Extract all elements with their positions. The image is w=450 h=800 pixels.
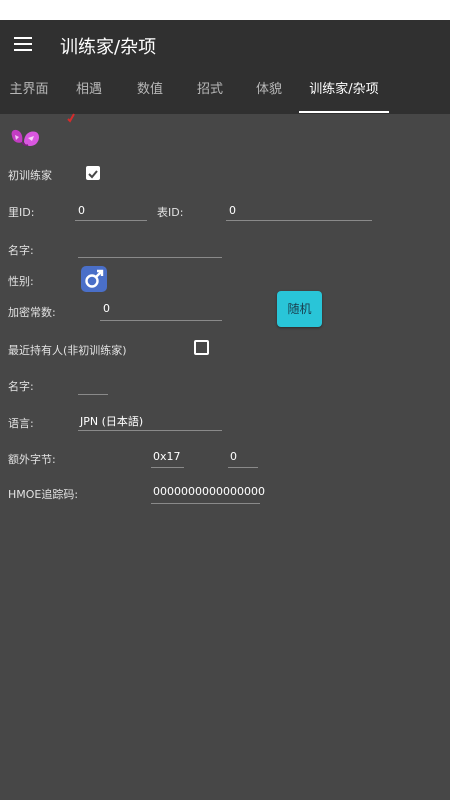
- origin-trainer-checkbox[interactable]: [86, 166, 100, 180]
- tab-stats[interactable]: 数值: [120, 70, 180, 114]
- tracker-input[interactable]: 0000000000000000: [153, 485, 265, 498]
- handler-name-underline: [78, 394, 108, 395]
- male-symbol-icon: [85, 269, 104, 288]
- hamburger-menu-icon[interactable]: [14, 37, 32, 51]
- tab-main[interactable]: 主界面: [0, 70, 58, 114]
- ot-name-label: 名字:: [8, 244, 34, 257]
- extra-bytes-value-underline: [228, 467, 258, 468]
- tracker-label: HMOE追踪码:: [8, 488, 79, 501]
- gender-label: 性别:: [8, 275, 34, 288]
- handler-label: 最近持有人(非初训练家): [8, 344, 127, 357]
- tab-bar: 主界面 相遇 数值 招式 体貌 训练家/杂项: [0, 70, 450, 114]
- checkbox-checked-icon: [88, 170, 98, 179]
- extra-bytes-label: 额外字节:: [8, 453, 56, 466]
- active-tab-indicator: [299, 111, 389, 113]
- handler-checkbox[interactable]: [194, 340, 209, 355]
- tab-moves[interactable]: 招式: [180, 70, 240, 114]
- tab-trainer-misc[interactable]: 训练家/杂项: [298, 70, 390, 114]
- tracker-underline: [151, 503, 260, 504]
- sid-underline: [75, 220, 147, 221]
- handler-name-label: 名字:: [8, 380, 34, 393]
- tab-cosmetic[interactable]: 体貌: [240, 70, 298, 114]
- tid-underline: [226, 220, 372, 221]
- ot-name-underline: [78, 257, 222, 258]
- origin-trainer-label: 初训练家: [8, 169, 52, 182]
- status-bar: [0, 0, 450, 20]
- extra-bytes-offset-underline: [151, 467, 184, 468]
- random-button[interactable]: 随机: [277, 291, 322, 327]
- page-title: 训练家/杂项: [60, 37, 157, 58]
- extra-bytes-offset-select[interactable]: 0x17: [153, 450, 181, 463]
- language-label: 语言:: [8, 417, 34, 430]
- language-underline: [78, 430, 222, 431]
- encryption-label: 加密常数:: [8, 306, 56, 319]
- gender-button[interactable]: [81, 266, 107, 292]
- app-bar: 训练家/杂项: [0, 20, 450, 70]
- sid-input[interactable]: 0: [78, 204, 85, 217]
- sid-label: 里ID:: [8, 206, 35, 219]
- tid-input[interactable]: 0: [229, 204, 236, 217]
- pokemon-sprite-icon: [11, 113, 75, 147]
- extra-bytes-value-input[interactable]: 0: [230, 450, 237, 463]
- encryption-input[interactable]: 0: [103, 302, 110, 315]
- encryption-underline: [100, 320, 222, 321]
- language-select[interactable]: JPN (日本語): [80, 413, 143, 429]
- tab-encounter[interactable]: 相遇: [58, 70, 120, 114]
- tid-label: 表ID:: [157, 206, 184, 219]
